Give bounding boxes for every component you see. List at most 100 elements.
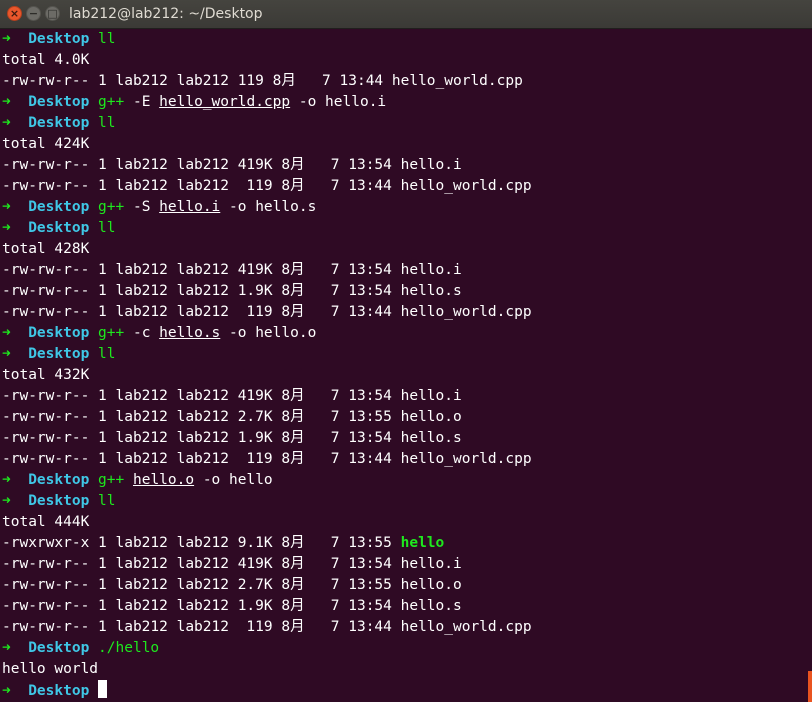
output-line: total 432K xyxy=(2,365,808,386)
output-line: -rw-rw-r-- 1 lab212 lab212 2.7K 8月 7 13:… xyxy=(2,407,808,428)
output-text: -rw-rw-r-- 1 lab212 lab212 119 8月 7 13:4… xyxy=(2,178,532,194)
output-line: total 428K xyxy=(2,239,808,260)
prompt-line: ➜ Desktop xyxy=(2,680,808,701)
title-bar[interactable]: × − □ lab212@lab212: ~/Desktop xyxy=(0,0,812,29)
command-file-argument: hello.o xyxy=(132,472,195,488)
output-text: total 428K xyxy=(2,241,90,257)
output-text: total 424K xyxy=(2,136,90,152)
command-file-argument: hello_world.cpp xyxy=(159,94,291,110)
arrow-right-icon: ➜ xyxy=(2,31,11,47)
output-line: -rw-rw-r-- 1 lab212 lab212 1.9K 8月 7 13:… xyxy=(2,596,808,617)
command-argument: -o hello.s xyxy=(220,199,317,215)
arrow-right-icon: ➜ xyxy=(2,115,11,131)
output-text: -rw-rw-r-- 1 lab212 lab212 1.9K 8月 7 13:… xyxy=(2,430,462,446)
minimize-button[interactable]: − xyxy=(26,6,41,21)
arrow-right-icon: ➜ xyxy=(2,94,11,110)
prompt-line: ➜ Desktop ll xyxy=(2,218,808,239)
output-text: total 4.0K xyxy=(2,52,90,68)
prompt-line: ➜ Desktop g++ hello.o -o hello xyxy=(2,470,808,491)
output-line: total 424K xyxy=(2,134,808,155)
output-line: -rw-rw-r-- 1 lab212 lab212 419K 8月 7 13:… xyxy=(2,155,808,176)
command-name: g++ xyxy=(98,472,125,488)
prompt-directory: Desktop xyxy=(28,220,90,236)
window-title: lab212@lab212: ~/Desktop xyxy=(69,6,263,22)
output-text: -rw-rw-r-- 1 lab212 lab212 119 8月 7 13:4… xyxy=(2,304,532,320)
output-line: total 444K xyxy=(2,512,808,533)
prompt-line: ➜ Desktop ll xyxy=(2,491,808,512)
output-line: -rw-rw-r-- 1 lab212 lab212 1.9K 8月 7 13:… xyxy=(2,428,808,449)
output-line: -rw-rw-r-- 1 lab212 lab212 119 8月 7 13:4… xyxy=(2,71,808,92)
output-text: -rw-rw-r-- 1 lab212 lab212 419K 8月 7 13:… xyxy=(2,157,462,173)
command-name: g++ xyxy=(98,199,125,215)
arrow-right-icon: ➜ xyxy=(2,640,11,656)
arrow-right-icon: ➜ xyxy=(2,220,11,236)
prompt-directory: Desktop xyxy=(28,325,90,341)
output-line: -rw-rw-r-- 1 lab212 lab212 1.9K 8月 7 13:… xyxy=(2,281,808,302)
prompt-directory: Desktop xyxy=(28,472,90,488)
scrollbar-thumb[interactable] xyxy=(808,671,812,702)
output-text: -rw-rw-r-- 1 lab212 lab212 2.7K 8月 7 13:… xyxy=(2,409,462,425)
command-name: ll xyxy=(98,493,116,509)
output-text: hello world xyxy=(2,661,99,677)
prompt-directory: Desktop xyxy=(28,346,90,362)
output-line: total 4.0K xyxy=(2,50,808,71)
prompt-directory: Desktop xyxy=(28,31,90,47)
output-text: -rw-rw-r-- 1 lab212 lab212 119 8月 7 13:4… xyxy=(2,619,532,635)
output-line: -rw-rw-r-- 1 lab212 lab212 419K 8月 7 13:… xyxy=(2,554,808,575)
output-text: -rwxrwxr-x 1 lab212 lab212 9.1K 8月 7 13:… xyxy=(2,535,401,551)
command-name: g++ xyxy=(98,94,125,110)
output-text: -rw-rw-r-- 1 lab212 lab212 1.9K 8月 7 13:… xyxy=(2,598,462,614)
block-cursor-icon xyxy=(98,680,108,698)
prompt-line: ➜ Desktop g++ -S hello.i -o hello.s xyxy=(2,197,808,218)
prompt-directory: Desktop xyxy=(28,493,90,509)
command-argument: -o hello.o xyxy=(220,325,317,341)
command-argument: -o hello xyxy=(194,472,273,488)
command-argument: -c xyxy=(124,325,160,341)
output-line: -rw-rw-r-- 1 lab212 lab212 419K 8月 7 13:… xyxy=(2,260,808,281)
terminal-window: × − □ lab212@lab212: ~/Desktop ➜ Desktop… xyxy=(0,0,812,702)
command-file-argument: hello.i xyxy=(159,199,221,215)
output-line: -rwxrwxr-x 1 lab212 lab212 9.1K 8月 7 13:… xyxy=(2,533,808,554)
arrow-right-icon: ➜ xyxy=(2,199,11,215)
command-argument xyxy=(124,472,133,488)
arrow-right-icon: ➜ xyxy=(2,683,11,699)
output-text: -rw-rw-r-- 1 lab212 lab212 1.9K 8月 7 13:… xyxy=(2,283,462,299)
command-name: g++ xyxy=(98,325,125,341)
output-line: hello world xyxy=(2,659,808,680)
prompt-line: ➜ Desktop ll xyxy=(2,113,808,134)
prompt-line: ➜ Desktop ./hello xyxy=(2,638,808,659)
arrow-right-icon: ➜ xyxy=(2,346,11,362)
prompt-directory: Desktop xyxy=(28,115,90,131)
output-line: -rw-rw-r-- 1 lab212 lab212 419K 8月 7 13:… xyxy=(2,386,808,407)
command-argument: -E xyxy=(124,94,160,110)
command-name: ll xyxy=(98,31,116,47)
command-file-argument: hello.s xyxy=(159,325,221,341)
prompt-directory: Desktop xyxy=(28,640,90,656)
output-line: -rw-rw-r-- 1 lab212 lab212 119 8月 7 13:4… xyxy=(2,302,808,323)
command-name: ll xyxy=(98,220,116,236)
output-text: total 444K xyxy=(2,514,90,530)
output-line: -rw-rw-r-- 1 lab212 lab212 2.7K 8月 7 13:… xyxy=(2,575,808,596)
output-text: -rw-rw-r-- 1 lab212 lab212 119 8月 7 13:4… xyxy=(2,73,523,89)
arrow-right-icon: ➜ xyxy=(2,325,11,341)
prompt-line: ➜ Desktop ll xyxy=(2,29,808,50)
command-name: ll xyxy=(98,346,116,362)
prompt-directory: Desktop xyxy=(28,94,90,110)
terminal-output[interactable]: ➜ Desktop ll total 4.0K -rw-rw-r-- 1 lab21… xyxy=(2,29,808,702)
output-text: -rw-rw-r-- 1 lab212 lab212 2.7K 8月 7 13:… xyxy=(2,577,462,593)
command-argument: -o hello.i xyxy=(290,94,387,110)
close-button[interactable]: × xyxy=(7,6,22,21)
command-name: ll xyxy=(98,115,116,131)
arrow-right-icon: ➜ xyxy=(2,472,11,488)
prompt-line: ➜ Desktop g++ -E hello_world.cpp -o hell… xyxy=(2,92,808,113)
output-text: -rw-rw-r-- 1 lab212 lab212 119 8月 7 13:4… xyxy=(2,451,532,467)
output-text: -rw-rw-r-- 1 lab212 lab212 419K 8月 7 13:… xyxy=(2,556,462,572)
prompt-directory: Desktop xyxy=(28,683,90,699)
maximize-button[interactable]: □ xyxy=(45,6,60,21)
prompt-line: ➜ Desktop g++ -c hello.s -o hello.o xyxy=(2,323,808,344)
command-name: ./hello xyxy=(98,640,160,656)
output-text: total 432K xyxy=(2,367,90,383)
output-text: -rw-rw-r-- 1 lab212 lab212 419K 8月 7 13:… xyxy=(2,262,462,278)
executable-filename: hello xyxy=(400,535,445,551)
arrow-right-icon: ➜ xyxy=(2,493,11,509)
